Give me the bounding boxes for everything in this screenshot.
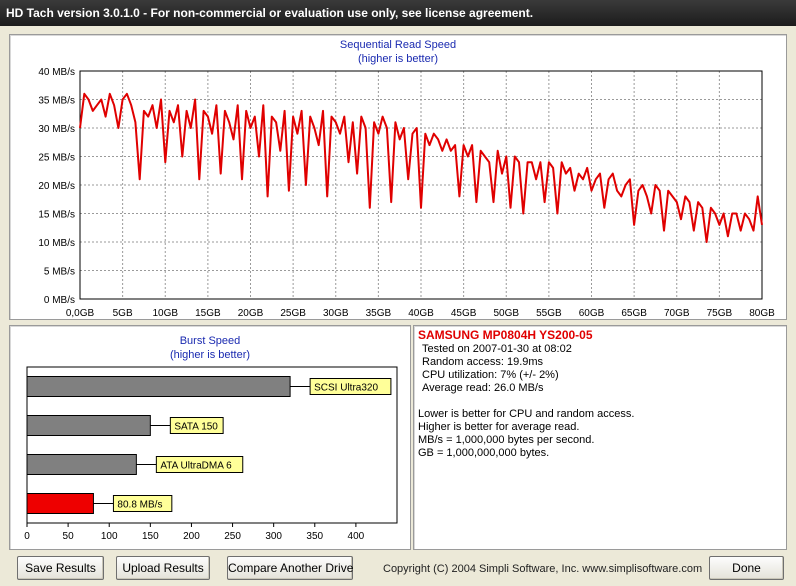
done-button[interactable]: Done bbox=[709, 556, 784, 580]
y-tick-label: 30 MB/s bbox=[38, 124, 75, 135]
bar-label: SCSI Ultra320 bbox=[314, 383, 378, 394]
y-tick-label: 35 MB/s bbox=[38, 96, 75, 107]
random-access: Random access: 19.9ms bbox=[422, 356, 544, 368]
y-tick-label: 5 MB/s bbox=[44, 267, 75, 278]
x-tick-label: 350 bbox=[306, 531, 323, 542]
x-tick-label: 60GB bbox=[579, 308, 605, 319]
x-tick-label: 15GB bbox=[195, 308, 221, 319]
x-tick-label: 40GB bbox=[408, 308, 434, 319]
burst-bar bbox=[26, 376, 291, 397]
copyright-text: Copyright (C) 2004 Simpli Software, Inc.… bbox=[383, 563, 703, 575]
x-tick-label: 50GB bbox=[493, 308, 519, 319]
x-tick-label: 100 bbox=[101, 531, 118, 542]
note-line: GB = 1,000,000,000 bytes. bbox=[418, 447, 550, 459]
y-tick-label: 20 MB/s bbox=[38, 181, 75, 192]
x-tick-label: 55GB bbox=[536, 308, 562, 319]
x-tick-label: 45GB bbox=[451, 308, 477, 319]
burst-bar bbox=[26, 454, 137, 475]
x-tick-label: 400 bbox=[348, 531, 365, 542]
y-tick-label: 0 MB/s bbox=[44, 295, 75, 306]
bar-label: ATA UltraDMA 6 bbox=[160, 461, 232, 472]
x-tick-label: 70GB bbox=[664, 308, 690, 319]
sequential-read-chart: 0 MB/s 5 MB/s 10 MB/s 15 MB/s 20 MB/s 25 MB/s… bbox=[38, 67, 775, 319]
x-tick-label: 0,0GB bbox=[66, 308, 95, 319]
window-title: HD Tach version 3.0.1.0 - For non-commer… bbox=[0, 0, 796, 26]
x-tick-label: 150 bbox=[142, 531, 159, 542]
note-line: Higher is better for average read. bbox=[418, 421, 580, 433]
results-info-panel: SAMSUNG MP0804H YS200-05 Tested on 2007-… bbox=[413, 325, 787, 550]
compare-another-drive-button[interactable]: Compare Another Drive bbox=[227, 556, 353, 580]
burst-bar bbox=[26, 415, 151, 436]
x-tick-label: 200 bbox=[183, 531, 200, 542]
drive-name: SAMSUNG MP0804H YS200-05 bbox=[418, 328, 593, 342]
y-tick-label: 25 MB/s bbox=[38, 153, 75, 164]
x-tick-label: 5GB bbox=[113, 308, 133, 319]
average-read: Average read: 26.0 MB/s bbox=[422, 382, 544, 394]
tested-on: Tested on 2007-01-30 at 08:02 bbox=[422, 343, 572, 355]
x-tick-label: 10GB bbox=[152, 308, 178, 319]
y-tick-label: 10 MB/s bbox=[38, 238, 75, 249]
cpu-utilization: CPU utilization: 7% (+/- 2%) bbox=[422, 369, 559, 381]
burst-speed-chart: 0 50 100 150 200 250 300 350 400 SCSI Ultra320 SAT… bbox=[24, 366, 398, 542]
burst-bar bbox=[26, 493, 94, 514]
y-tick-label: 40 MB/s bbox=[38, 67, 75, 78]
x-tick-label: 35GB bbox=[366, 308, 392, 319]
bar-label: SATA 150 bbox=[174, 422, 218, 433]
bar-label: 80.8 MB/s bbox=[117, 500, 162, 511]
x-tick-label: 65GB bbox=[621, 308, 647, 319]
note-line: MB/s = 1,000,000 bytes per second. bbox=[418, 434, 595, 446]
upload-results-button[interactable]: Upload Results bbox=[116, 556, 210, 580]
x-tick-label: 0 bbox=[24, 531, 30, 542]
x-tick-label: 75GB bbox=[707, 308, 733, 319]
x-tick-label: 50 bbox=[63, 531, 75, 542]
x-tick-label: 20GB bbox=[238, 308, 264, 319]
x-tick-label: 30GB bbox=[323, 308, 349, 319]
x-tick-label: 250 bbox=[224, 531, 241, 542]
note-line: Lower is better for CPU and random acces… bbox=[418, 408, 635, 420]
y-tick-label: 15 MB/s bbox=[38, 210, 75, 221]
x-tick-label: 25GB bbox=[280, 308, 306, 319]
x-tick-label: 300 bbox=[265, 531, 282, 542]
save-results-button[interactable]: Save Results bbox=[17, 556, 104, 580]
x-tick-label: 80GB bbox=[749, 308, 775, 319]
